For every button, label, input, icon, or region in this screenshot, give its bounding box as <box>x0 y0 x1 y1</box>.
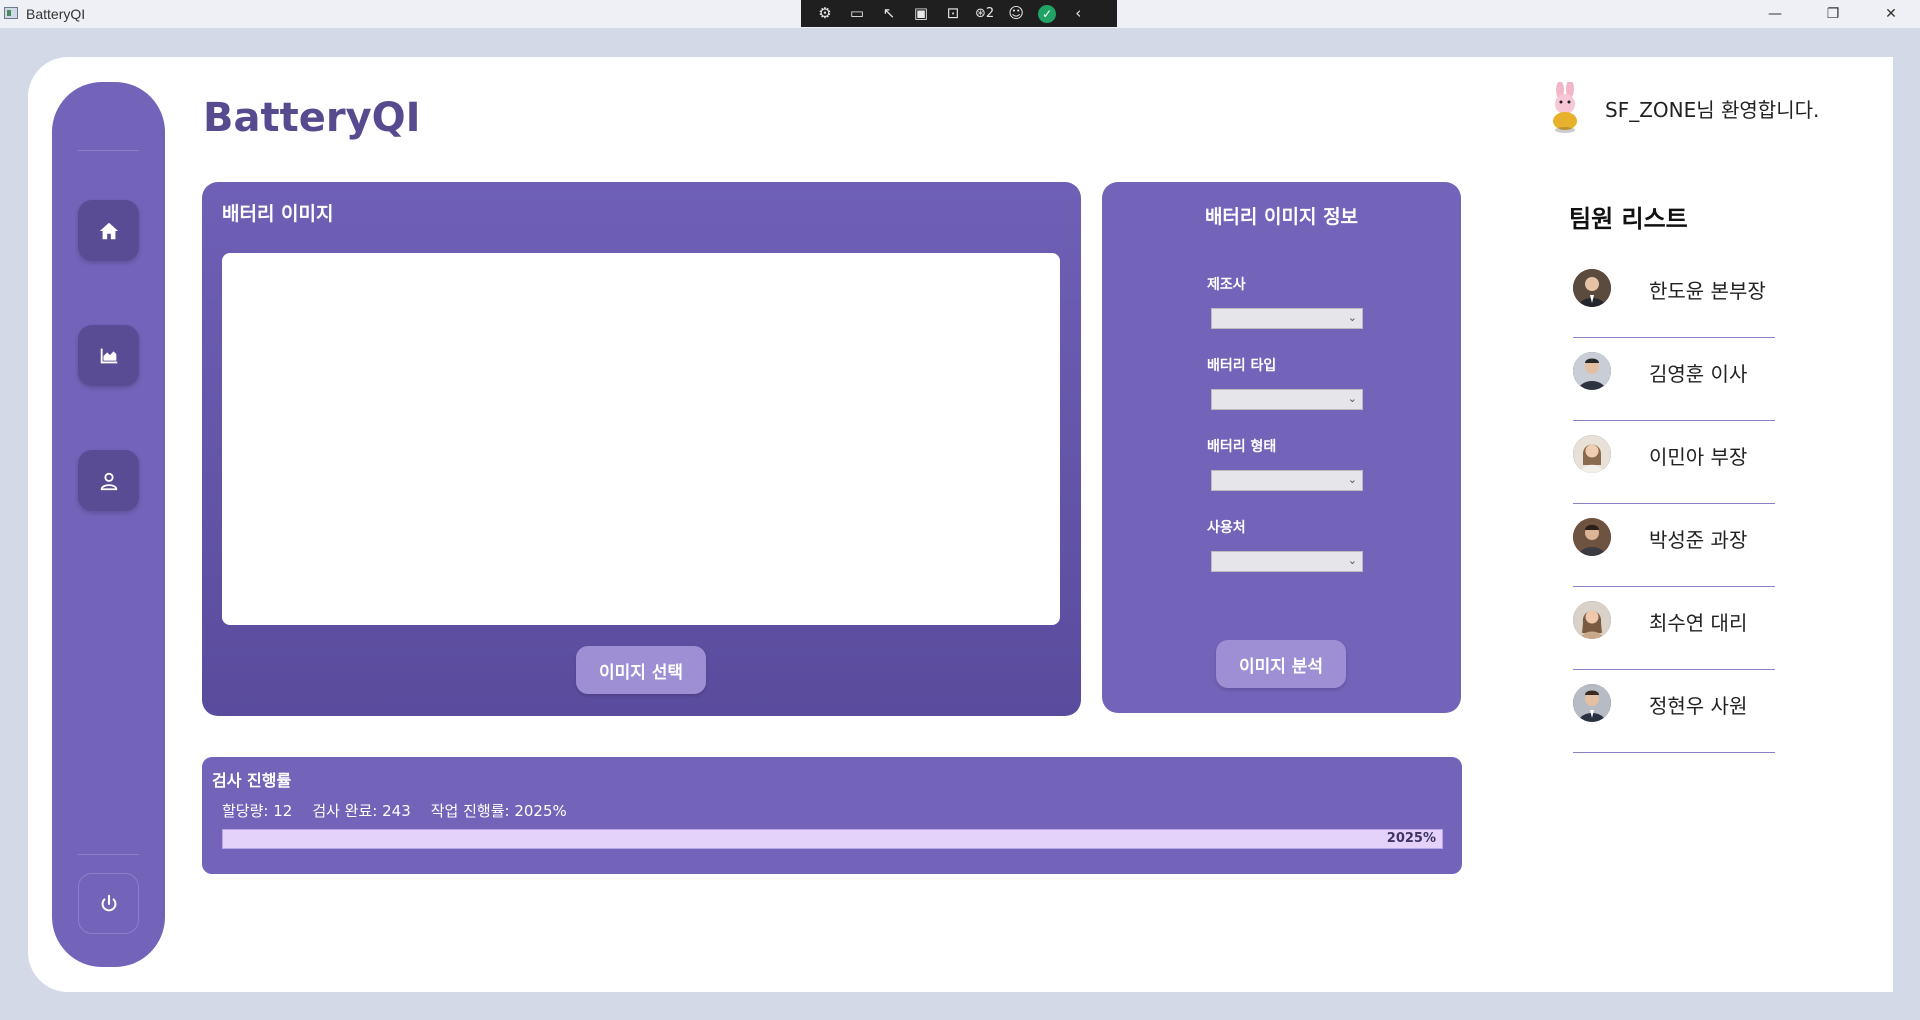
battery-image-card: 배터리 이미지 이미지 선택 <box>202 182 1081 716</box>
power-icon <box>101 894 116 911</box>
inspection-progress-card: 검사 진행률 할당량: 12 검사 완료: 243 작업 진행률: 2025% … <box>202 757 1462 874</box>
battery-form-label: 배터리 형태 <box>1207 439 1277 455</box>
member-avatar <box>1573 518 1611 556</box>
completed-count: 검사 완료: 243 <box>312 802 411 820</box>
sidebar-divider-top <box>78 150 139 151</box>
member-avatar <box>1573 269 1611 307</box>
progress-title: 검사 진행률 <box>212 771 292 790</box>
live-visual-tree-icon[interactable]: ⚙ <box>815 6 835 21</box>
manufacturer-select[interactable]: ⌄ <box>1211 308 1363 329</box>
member-name: 이민아 부장 <box>1649 445 1748 469</box>
collapse-chevron-icon[interactable]: ‹ <box>1068 6 1088 21</box>
sidebar-divider-bottom <box>78 854 139 855</box>
select-image-button[interactable]: 이미지 선택 <box>576 646 706 694</box>
accessibility-icon[interactable]: ☺ <box>1006 6 1026 21</box>
member-avatar <box>1573 601 1611 639</box>
team-member-item[interactable]: 김영훈 이사 <box>1573 338 1775 421</box>
close-button[interactable]: ✕ <box>1862 0 1920 28</box>
user-icon <box>100 472 117 490</box>
progress-bar-label: 2025% <box>1386 831 1436 846</box>
member-avatar <box>1573 684 1611 722</box>
chart-button[interactable] <box>78 325 139 386</box>
chevron-down-icon: ⌄ <box>1347 473 1357 486</box>
progress-rate: 작업 진행률: 2025% <box>430 802 567 820</box>
select-element-icon[interactable]: ↖ <box>879 6 899 21</box>
welcome-area: SF_ZONE님 환영합니다. <box>1540 80 1820 134</box>
analyze-image-button[interactable]: 이미지 분석 <box>1216 640 1346 688</box>
restore-button[interactable]: ❐ <box>1804 0 1862 28</box>
battery-type-select[interactable]: ⌄ <box>1211 389 1363 410</box>
assigned-count: 할당량: 12 <box>222 802 293 820</box>
team-member-item[interactable]: 이민아 부장 <box>1573 421 1775 504</box>
member-name: 김영훈 이사 <box>1649 362 1748 386</box>
member-name: 최수연 대리 <box>1649 611 1748 635</box>
window-title: BatteryQI <box>26 6 86 22</box>
team-member-item[interactable]: 박성준 과장 <box>1573 504 1775 587</box>
window-controls: — ❐ ✕ <box>1746 0 1920 28</box>
member-avatar <box>1573 435 1611 473</box>
debug-toolbar: ⚙ ▭ ↖ ▣ ⊡ ⊛2 ☺ ✓ ‹ <box>801 0 1117 27</box>
usage-select[interactable]: ⌄ <box>1211 551 1363 572</box>
chevron-down-icon: ⌄ <box>1347 311 1357 324</box>
image-preview-area[interactable] <box>222 253 1060 625</box>
power-button[interactable] <box>78 873 139 934</box>
progress-bar: 2025% <box>222 829 1443 849</box>
binding-failures-badge[interactable]: ⊛2 <box>975 6 994 21</box>
team-member-item[interactable]: 한도윤 본부장 <box>1573 255 1775 338</box>
home-button[interactable] <box>78 200 139 261</box>
battery-image-title: 배터리 이미지 <box>222 203 334 225</box>
member-name: 한도윤 본부장 <box>1649 279 1766 303</box>
chart-icon <box>100 348 117 363</box>
team-member-item[interactable]: 정현우 사원 <box>1573 670 1775 753</box>
user-avatar[interactable] <box>1540 80 1590 134</box>
layout-adorners-icon[interactable]: ▣ <box>911 6 931 21</box>
app-title: BatteryQI <box>203 95 421 141</box>
sidebar <box>52 82 165 967</box>
bunny-mascot-icon <box>1553 80 1577 133</box>
user-button[interactable] <box>78 450 139 511</box>
member-avatar <box>1573 352 1611 390</box>
welcome-text: SF_ZONE님 환영합니다. <box>1605 97 1820 122</box>
member-name: 박성준 과장 <box>1649 528 1748 552</box>
usage-label: 사용처 <box>1207 520 1246 536</box>
battery-info-title: 배터리 이미지 정보 <box>1204 206 1359 228</box>
home-icon <box>99 222 118 239</box>
track-focus-icon[interactable]: ⊡ <box>943 6 963 21</box>
team-member-item[interactable]: 최수연 대리 <box>1573 587 1775 670</box>
team-list: 한도윤 본부장 김영훈 이사 이민아 부장 박성준 과장 최수연 대리 정현우 … <box>1573 255 1775 753</box>
window-titlebar: BatteryQI ⚙ ▭ ↖ ▣ ⊡ ⊛2 ☺ ✓ ‹ — ❐ ✕ <box>0 0 1920 28</box>
progress-stats: 할당량: 12 검사 완료: 243 작업 진행률: 2025% <box>222 800 567 821</box>
manufacturer-label: 제조사 <box>1207 277 1246 293</box>
member-name: 정현우 사원 <box>1649 694 1748 718</box>
minimize-button[interactable]: — <box>1746 0 1804 28</box>
chevron-down-icon: ⌄ <box>1347 554 1357 567</box>
battery-form-select[interactable]: ⌄ <box>1211 470 1363 491</box>
battery-type-label: 배터리 타입 <box>1207 358 1277 374</box>
chevron-down-icon: ⌄ <box>1347 392 1357 405</box>
progress-bar-fill <box>223 830 1442 848</box>
battery-info-card: 배터리 이미지 정보 제조사 ⌄ 배터리 타입 ⌄ 배터리 형태 ⌄ 사용처 ⌄… <box>1102 182 1461 713</box>
team-list-title: 팀원 리스트 <box>1569 205 1688 233</box>
check-icon[interactable]: ✓ <box>1038 4 1057 23</box>
app-icon <box>4 7 18 19</box>
record-icon[interactable]: ▭ <box>847 6 867 21</box>
